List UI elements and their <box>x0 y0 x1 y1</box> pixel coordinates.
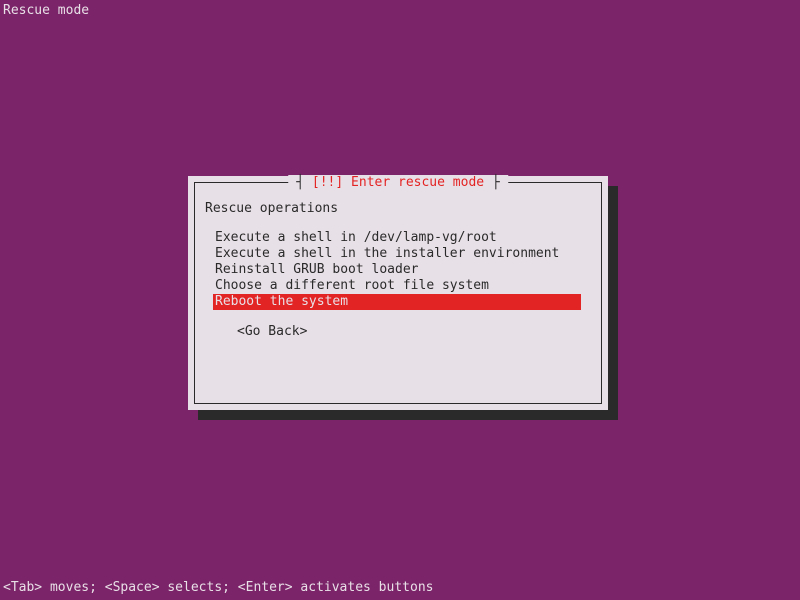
menu-item-reinstall-grub[interactable]: Reinstall GRUB boot loader <box>213 262 591 278</box>
dialog-border: ┤ [!!] Enter rescue mode ├ Rescue operat… <box>194 182 602 404</box>
rescue-dialog: ┤ [!!] Enter rescue mode ├ Rescue operat… <box>188 176 608 410</box>
menu-list: Execute a shell in /dev/lamp-vg/root Exe… <box>205 230 591 310</box>
page-header: Rescue mode <box>3 3 89 18</box>
section-label: Rescue operations <box>205 201 591 216</box>
dialog-content: Rescue operations Execute a shell in /de… <box>195 183 601 349</box>
menu-item-shell-root[interactable]: Execute a shell in /dev/lamp-vg/root <box>213 230 591 246</box>
title-text: Enter rescue mode <box>343 175 484 190</box>
title-deco-left: ┤ <box>296 175 312 190</box>
menu-item-reboot[interactable]: Reboot the system <box>213 294 581 310</box>
header-title: Rescue mode <box>3 3 89 18</box>
dialog-title: ┤ [!!] Enter rescue mode ├ <box>288 175 508 190</box>
footer-hint: <Tab> moves; <Space> selects; <Enter> ac… <box>3 580 433 595</box>
title-deco-right: ├ <box>484 175 500 190</box>
go-back-button[interactable]: <Go Back> <box>205 324 591 339</box>
title-marker: [!!] <box>312 175 343 190</box>
menu-item-shell-installer[interactable]: Execute a shell in the installer environ… <box>213 246 591 262</box>
menu-item-choose-root[interactable]: Choose a different root file system <box>213 278 591 294</box>
